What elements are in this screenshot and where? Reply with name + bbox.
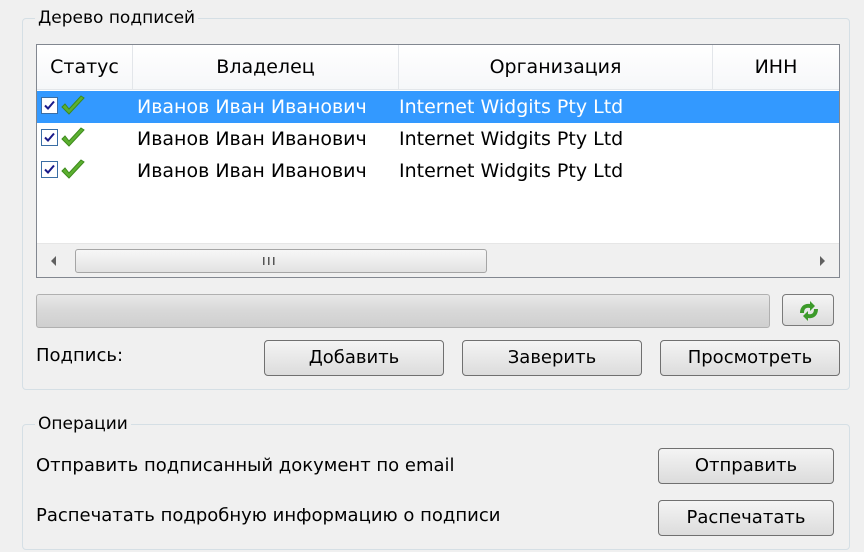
scrollbar-thumb[interactable] (75, 249, 487, 273)
signature-tree-group-title: Дерево подписей (35, 7, 199, 29)
row-checkbox[interactable] (41, 97, 58, 114)
row-checkbox[interactable] (41, 161, 58, 178)
row-organization: Internet Widgits Pty Ltd (399, 96, 624, 118)
valid-checkmark-icon (61, 159, 85, 179)
email-description: Отправить подписанный документ по email (36, 455, 455, 476)
row-owner: Иванов Иван Иванович (137, 128, 367, 150)
column-header-inn[interactable]: ИНН (713, 45, 839, 89)
scrollbar-grip-icon (263, 257, 275, 265)
refresh-arrows-icon (800, 301, 818, 321)
certify-button[interactable]: Заверить (462, 340, 642, 376)
row-checkbox[interactable] (41, 129, 58, 146)
send-button[interactable]: Отправить (658, 448, 834, 484)
row-owner: Иванов Иван Иванович (137, 96, 367, 118)
view-button[interactable]: Просмотреть (660, 340, 840, 376)
row-owner: Иванов Иван Иванович (137, 160, 367, 182)
column-header-organization[interactable]: Организация (399, 45, 713, 89)
print-description: Распечатать подробную информацию о подпи… (36, 505, 501, 526)
checkbox-check-icon (44, 100, 55, 110)
add-button[interactable]: Добавить (264, 340, 444, 376)
checkbox-check-icon (44, 164, 55, 174)
tree-row[interactable]: Иванов Иван Иванович Internet Widgits Pt… (37, 91, 839, 123)
print-button[interactable]: Распечатать (658, 500, 834, 536)
operations-group-title: Операции (35, 413, 131, 435)
tree-row[interactable]: Иванов Иван Иванович Internet Widgits Pt… (37, 155, 839, 187)
valid-checkmark-icon (61, 95, 85, 115)
column-header-owner[interactable]: Владелец (133, 45, 399, 89)
scroll-left-arrow-icon (51, 256, 56, 266)
checkbox-check-icon (44, 132, 55, 142)
valid-checkmark-icon (61, 127, 85, 147)
scroll-right-button[interactable] (805, 244, 839, 277)
scroll-left-button[interactable] (37, 244, 71, 277)
refresh-button[interactable] (782, 294, 834, 326)
signature-label: Подпись: (36, 345, 124, 366)
tree-header: Статус Владелец Организация ИНН (37, 45, 839, 90)
row-organization: Internet Widgits Pty Ltd (399, 160, 624, 182)
signature-tree[interactable]: Статус Владелец Организация ИНН Иванов И… (36, 44, 840, 278)
row-organization: Internet Widgits Pty Ltd (399, 128, 624, 150)
column-header-status[interactable]: Статус (37, 45, 133, 89)
scroll-right-arrow-icon (820, 256, 825, 266)
horizontal-scrollbar[interactable] (37, 243, 839, 277)
progress-bar (36, 294, 770, 328)
tree-row[interactable]: Иванов Иван Иванович Internet Widgits Pt… (37, 123, 839, 155)
